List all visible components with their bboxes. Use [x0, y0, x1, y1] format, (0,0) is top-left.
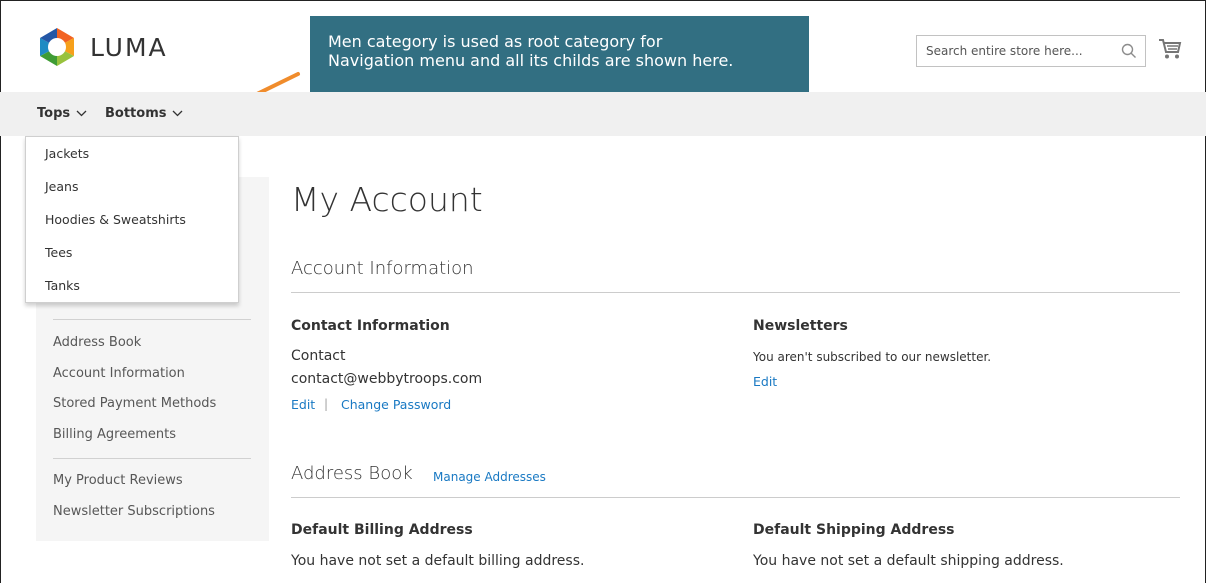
page-title: My Account [291, 180, 483, 219]
newsletter-status: You aren't subscribed to our newsletter. [753, 350, 992, 364]
dropdown-item-jeans[interactable]: Jeans [26, 176, 238, 209]
logo-text: LUMA [90, 32, 168, 62]
sidebar-item-billing-agreements[interactable]: Billing Agreements [53, 420, 253, 451]
callout-line-2: Navigation menu and all its childs are s… [328, 51, 734, 70]
newsletters-title: Newsletters [753, 318, 848, 334]
chevron-down-icon [76, 110, 87, 117]
contact-email: contact@webbytroops.com [291, 371, 483, 387]
default-shipping-title: Default Shipping Address [753, 522, 955, 538]
link-separator: | [324, 397, 329, 411]
sidebar-item-my-product-reviews[interactable]: My Product Reviews [53, 466, 253, 497]
nav-item-bottoms[interactable]: Bottoms [105, 106, 183, 121]
contact-information-title: Contact Information [291, 318, 450, 334]
sidebar-group-account: Address Book Account Information Stored … [53, 328, 253, 450]
chevron-down-icon [173, 110, 183, 117]
nav-item-tops[interactable]: Tops [37, 106, 87, 121]
sidebar-divider [53, 319, 251, 320]
search-icon[interactable] [1121, 43, 1137, 59]
search-input[interactable] [926, 44, 1111, 58]
nav-item-label: Bottoms [105, 106, 167, 121]
default-billing-text: You have not set a default billing addre… [291, 553, 585, 569]
sidebar-item-account-information[interactable]: Account Information [53, 359, 253, 390]
dropdown-item-jackets[interactable]: Jackets [26, 143, 238, 176]
dropdown-item-hoodies-sweatshirts[interactable]: Hoodies & Sweatshirts [26, 209, 238, 242]
sidebar-group-reviews: My Product Reviews Newsletter Subscripti… [53, 466, 253, 527]
edit-contact-link[interactable]: Edit [291, 397, 315, 412]
nav-dropdown-menu: Jackets Jeans Hoodies & Sweatshirts Tees… [25, 136, 239, 303]
navigation-bar: Tops Bottoms [0, 92, 1206, 136]
dropdown-item-tanks[interactable]: Tanks [26, 275, 238, 308]
search-box[interactable] [916, 35, 1146, 67]
dropdown-item-tees[interactable]: Tees [26, 242, 238, 275]
default-shipping-text: You have not set a default shipping addr… [753, 553, 1064, 569]
callout-line-1: Men category is used as root category fo… [328, 32, 663, 51]
sidebar-item-address-book[interactable]: Address Book [53, 328, 253, 359]
default-billing-title: Default Billing Address [291, 522, 473, 538]
manage-addresses-link[interactable]: Manage Addresses [433, 470, 546, 484]
sidebar-item-stored-payment-methods[interactable]: Stored Payment Methods [53, 389, 253, 420]
section-title-account-information: Account Information [291, 258, 474, 279]
cart-icon[interactable] [1158, 38, 1182, 60]
luma-logo-icon [36, 26, 78, 68]
contact-name: Contact [291, 348, 346, 364]
change-password-link[interactable]: Change Password [341, 397, 451, 412]
edit-newsletter-link[interactable]: Edit [753, 374, 777, 389]
store-logo[interactable]: LUMA [36, 26, 168, 68]
sidebar-divider [53, 458, 251, 459]
section-divider [291, 497, 1180, 498]
nav-item-label: Tops [37, 106, 71, 121]
section-title-address-book: Address Book [291, 463, 413, 484]
sidebar-item-newsletter-subscriptions[interactable]: Newsletter Subscriptions [53, 497, 253, 528]
section-divider [291, 292, 1180, 293]
